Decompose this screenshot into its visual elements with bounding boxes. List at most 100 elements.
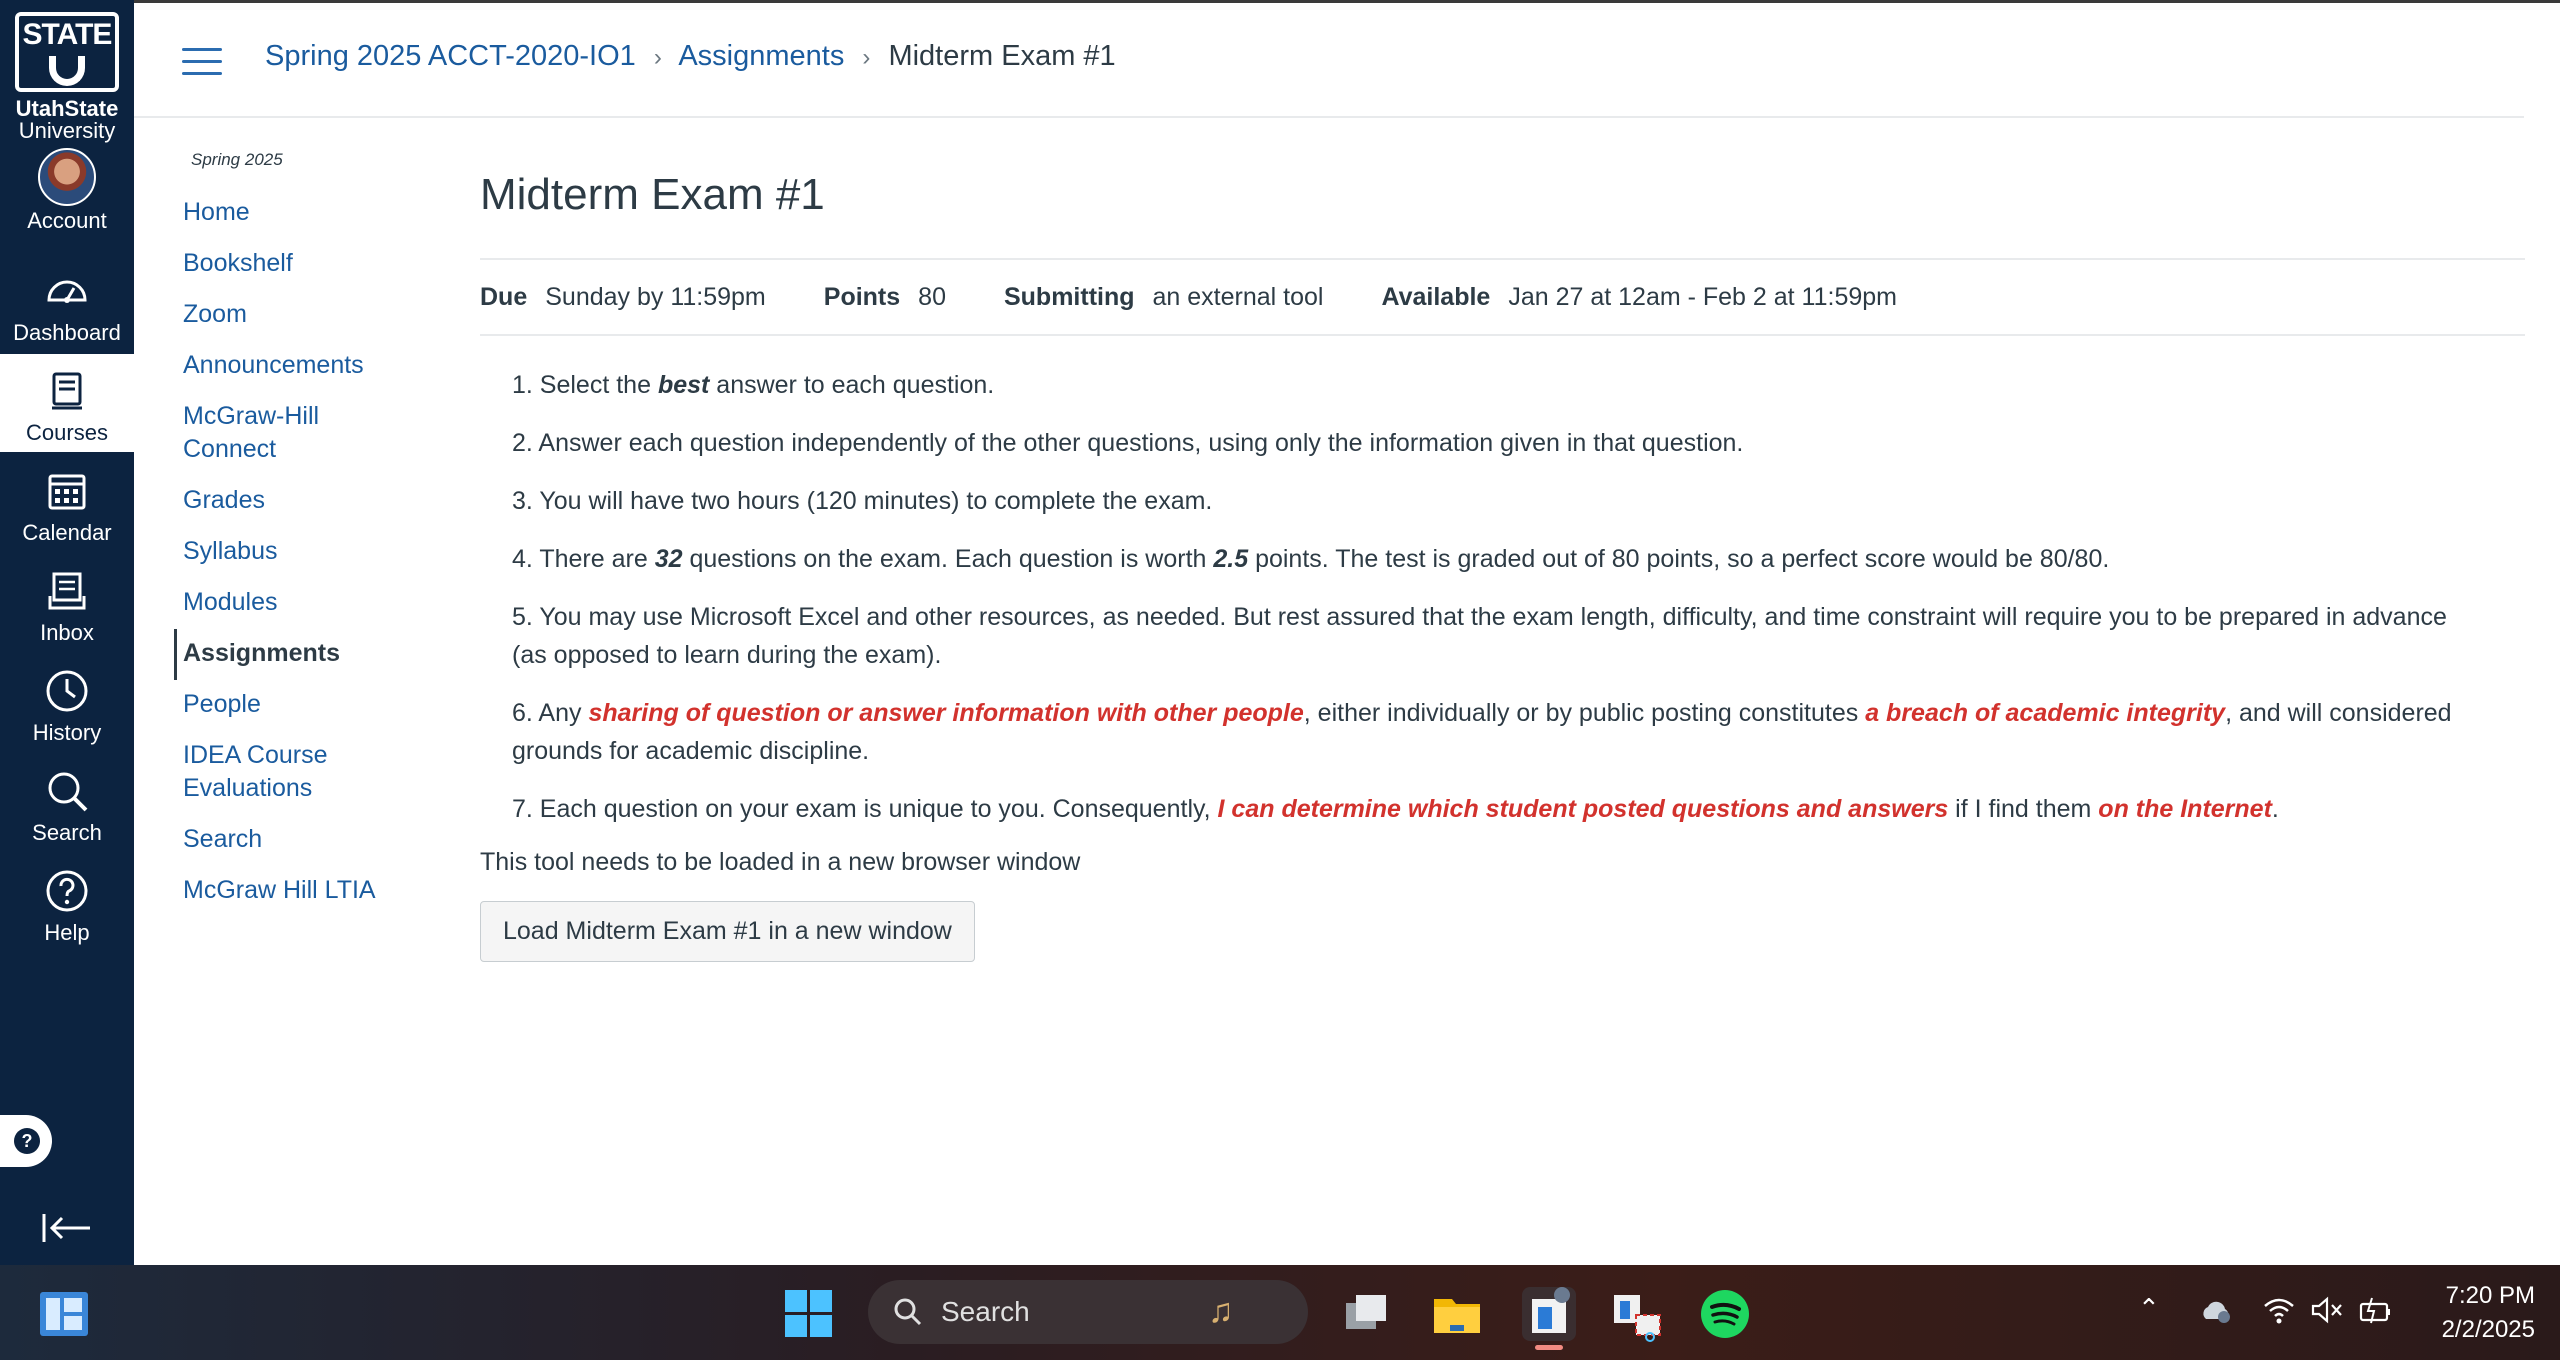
load-in-new-window-button[interactable]: Load Midterm Exam #1 in a new window: [480, 901, 975, 962]
points-label: Points: [823, 282, 901, 311]
instruction-text: , either individually or by public posti…: [1303, 699, 1866, 727]
gnav-courses[interactable]: Courses: [0, 354, 134, 452]
gnav-account[interactable]: Account: [0, 140, 134, 238]
help-tray-button[interactable]: ?: [0, 1115, 52, 1167]
submitting-value: an external tool: [1152, 282, 1324, 311]
course-nav-mcgraw-hill-connect[interactable]: McGraw-Hill Connect: [174, 392, 374, 476]
instruction-emphasis: best: [657, 371, 710, 399]
gnav-inbox-label: Inbox: [40, 620, 94, 645]
warning-text: on the Internet: [2098, 795, 2272, 823]
instruction-emphasis: 32: [654, 545, 683, 573]
question-icon: ?: [14, 1128, 40, 1154]
wifi-icon[interactable]: [2262, 1295, 2296, 1325]
exam-instructions: 1. Select the best answer to each questi…: [512, 366, 2462, 828]
gnav-history[interactable]: History: [0, 654, 134, 752]
course-nav-people[interactable]: People: [174, 680, 434, 731]
onedrive-icon[interactable]: [2198, 1297, 2234, 1325]
course-nav-zoom[interactable]: Zoom: [174, 290, 434, 341]
course-nav-modules[interactable]: Modules: [174, 578, 434, 629]
chevron-up-icon[interactable]: ⌃: [2138, 1293, 2160, 1324]
gnav-help-label: Help: [44, 920, 90, 945]
course-nav-grades[interactable]: Grades: [174, 476, 434, 527]
dashboard-icon: [47, 280, 87, 303]
global-navigation: STATE UtahState University Account Dashb…: [0, 0, 134, 1265]
course-nav-syllabus[interactable]: Syllabus: [174, 527, 434, 578]
widgets-icon[interactable]: [40, 1292, 88, 1336]
instruction-text: 1. Select the: [512, 371, 658, 399]
windows-taskbar: Search ♫ ⌃ 7:20 PM 2/2/2025: [0, 1265, 2560, 1360]
taskbar-search-label: Search: [941, 1296, 1030, 1327]
course-nav-bookshelf[interactable]: Bookshelf: [174, 239, 434, 290]
start-icon[interactable]: [785, 1290, 833, 1338]
clock-date: 2/2/2025: [2441, 1316, 2535, 1343]
logo-u-shape: [49, 56, 85, 86]
chevron-right-icon: ›: [862, 44, 871, 71]
gnav-inbox[interactable]: Inbox: [0, 554, 134, 652]
submitting-label: Submitting: [1003, 282, 1135, 311]
gnav-courses-label: Courses: [26, 420, 108, 445]
hamburger-line: [182, 72, 222, 75]
external-tool-message: This tool needs to be loaded in a new br…: [480, 848, 1081, 876]
instruction-item: 5. You may use Microsoft Excel and other…: [512, 603, 2447, 669]
spotify-icon[interactable]: [1696, 1285, 1754, 1343]
available-value: Jan 27 at 12am - Feb 2 at 11:59pm: [1508, 282, 1897, 311]
gnav-help[interactable]: Help: [0, 854, 134, 952]
course-nav-assignments[interactable]: Assignments: [174, 629, 434, 680]
store-icon[interactable]: [1520, 1285, 1578, 1343]
volume-muted-icon[interactable]: [2310, 1295, 2344, 1325]
collapse-nav-icon[interactable]: [40, 1208, 94, 1248]
available-label: Available: [1381, 282, 1491, 311]
breadcrumb-course[interactable]: Spring 2025 ACCT-2020-IO1: [265, 40, 636, 72]
points-value: 80: [918, 282, 946, 311]
breadcrumb: Spring 2025 ACCT-2020-IO1 › Assignments …: [265, 40, 1116, 73]
gnav-history-label: History: [32, 720, 102, 745]
logo-name-line1: UtahState: [15, 96, 119, 121]
instruction-text: .: [2271, 795, 2279, 823]
instruction-text: answer to each question.: [709, 371, 995, 399]
courses-icon: [52, 372, 82, 410]
university-logo[interactable]: STATE UtahState University: [0, 4, 134, 142]
instruction-item: 3. You will have two hours (120 minutes)…: [512, 487, 1213, 515]
logo-name-line2: University: [18, 118, 116, 143]
search-icon: [48, 772, 88, 812]
instruction-item: 2. Answer each question independently of…: [512, 429, 1744, 457]
taskbar-search[interactable]: Search ♫: [868, 1280, 1308, 1344]
warning-text: I can determine which student posted que…: [1217, 795, 1949, 823]
gnav-search-label: Search: [32, 820, 102, 845]
logo-word: STATE: [22, 18, 113, 51]
calendar-icon: [48, 474, 86, 510]
course-nav-idea-evaluations[interactable]: IDEA Course Evaluations: [174, 731, 374, 815]
instruction-item: 7. Each question on your exam is unique …: [512, 790, 2462, 828]
warning-text: sharing of question or answer informatio…: [588, 699, 1304, 727]
instruction-text: 4. There are: [512, 545, 655, 573]
instruction-text: questions on the exam. Each question is …: [682, 545, 1214, 573]
clock-time: 7:20 PM: [2445, 1282, 2535, 1309]
snipping-tool-icon[interactable]: [1610, 1285, 1668, 1343]
gramophone-icon: ♫: [1208, 1292, 1234, 1330]
course-nav-announcements[interactable]: Announcements: [174, 341, 434, 392]
course-menu-toggle[interactable]: [182, 48, 222, 76]
breadcrumb-assignments[interactable]: Assignments: [678, 40, 844, 72]
page-header: Spring 2025 ACCT-2020-IO1 › Assignments …: [134, 0, 2524, 118]
hamburger-line: [182, 60, 222, 63]
chevron-right-icon: ›: [653, 44, 662, 71]
gnav-dashboard[interactable]: Dashboard: [0, 254, 134, 352]
system-clock[interactable]: 7:20 PM 2/2/2025: [2395, 1279, 2535, 1347]
gnav-calendar[interactable]: Calendar: [0, 454, 134, 552]
course-nav-search[interactable]: Search: [174, 815, 434, 866]
gnav-search[interactable]: Search: [0, 754, 134, 852]
battery-icon[interactable]: [2358, 1295, 2394, 1325]
task-view-icon[interactable]: [1336, 1285, 1394, 1343]
hamburger-line: [182, 48, 222, 51]
course-nav-mcgraw-hill-ltia[interactable]: McGraw Hill LTIA: [174, 866, 434, 917]
help-icon: [46, 870, 88, 912]
breadcrumb-current: Midterm Exam #1: [888, 40, 1116, 72]
file-explorer-icon[interactable]: [1428, 1285, 1486, 1343]
gnav-calendar-label: Calendar: [22, 520, 112, 545]
page-title: Midterm Exam #1: [480, 170, 825, 219]
due-label: Due: [480, 282, 528, 311]
course-nav-home[interactable]: Home: [174, 188, 434, 239]
gnav-account-label: Account: [27, 208, 107, 233]
search-icon: [894, 1298, 922, 1326]
warning-text: a breach of academic integrity: [1865, 699, 2226, 727]
